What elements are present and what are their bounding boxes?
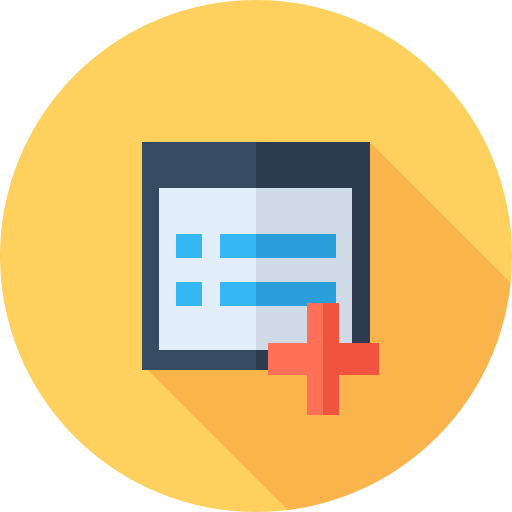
list-line-left (220, 282, 256, 306)
list-line-left (220, 234, 256, 258)
plus-vertical-left (307, 303, 323, 415)
icon-canvas (0, 0, 512, 512)
list-line-right (256, 282, 336, 306)
panel-left (159, 188, 256, 350)
list-bullet (176, 282, 202, 306)
list-bullet (176, 234, 202, 258)
add-list-item-icon (0, 0, 512, 512)
list-line-right (256, 234, 336, 258)
plus-vertical-right (323, 303, 339, 415)
